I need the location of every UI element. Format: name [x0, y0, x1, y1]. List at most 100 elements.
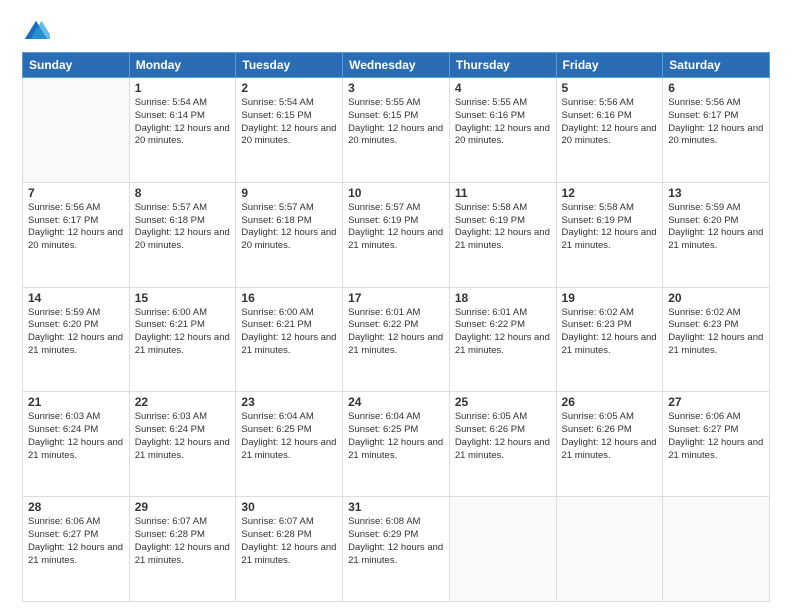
day-info: Sunrise: 6:03 AM Sunset: 6:24 PM Dayligh… [135, 411, 231, 462]
day-cell: 17Sunrise: 6:01 AM Sunset: 6:22 PM Dayli… [343, 287, 450, 392]
day-cell: 7 Sunrise: 5:56 AM Sunset: 6:17 PM Daylig… [23, 182, 130, 287]
day-cell: 25 Sunrise: 6:05 AM Sunset: 6:26 PM Dayli… [449, 392, 556, 497]
week-row-4: 21 Sunrise: 6:03 AM Sunset: 6:24 PM Dayli… [23, 392, 770, 497]
day-info: Sunrise: 5:58 AM Sunset: 6:19 PM Dayligh… [455, 202, 551, 253]
week-row-2: 7 Sunrise: 5:56 AM Sunset: 6:17 PM Daylig… [23, 182, 770, 287]
day-info: Sunrise: 6:04 AM Sunset: 6:25 PM Dayligh… [348, 411, 444, 462]
col-header-monday: Monday [129, 53, 236, 78]
day-info: Sunrise: 5:57 AM Sunset: 6:19 PM Dayligh… [348, 202, 444, 253]
day-cell [663, 497, 770, 602]
day-info: Sunrise: 6:05 AM Sunset: 6:26 PM Dayligh… [562, 411, 658, 462]
day-info: Sunrise: 5:58 AM Sunset: 6:19 PM Dayligh… [562, 202, 658, 253]
day-cell: 19 Sunrise: 6:02 AM Sunset: 6:23 PM Dayli… [556, 287, 663, 392]
day-number: 9 [241, 186, 337, 200]
day-info: Sunrise: 5:55 AM Sunset: 6:15 PM Dayligh… [348, 97, 444, 148]
day-number: 26 [562, 395, 658, 409]
day-info: Sunrise: 6:08 AM Sunset: 6:29 PM Dayligh… [348, 516, 444, 567]
day-cell: 28Sunrise: 6:06 AM Sunset: 6:27 PM Dayli… [23, 497, 130, 602]
day-number: 18 [455, 291, 551, 305]
day-cell: 9 Sunrise: 5:57 AM Sunset: 6:18 PM Daylig… [236, 182, 343, 287]
day-number: 24 [348, 395, 444, 409]
day-cell: 18 Sunrise: 6:01 AM Sunset: 6:22 PM Dayli… [449, 287, 556, 392]
col-header-wednesday: Wednesday [343, 53, 450, 78]
day-number: 7 [28, 186, 124, 200]
day-cell: 12 Sunrise: 5:58 AM Sunset: 6:19 PM Dayli… [556, 182, 663, 287]
day-number: 23 [241, 395, 337, 409]
day-info: Sunrise: 6:02 AM Sunset: 6:23 PM Dayligh… [668, 307, 764, 358]
day-info: Sunrise: 5:59 AM Sunset: 6:20 PM Dayligh… [28, 307, 124, 358]
day-info: Sunrise: 5:56 AM Sunset: 6:17 PM Dayligh… [668, 97, 764, 148]
day-number: 20 [668, 291, 764, 305]
day-info: Sunrise: 6:00 AM Sunset: 6:21 PM Dayligh… [135, 307, 231, 358]
day-number: 8 [135, 186, 231, 200]
day-info: Sunrise: 5:56 AM Sunset: 6:16 PM Dayligh… [562, 97, 658, 148]
day-cell: 11 Sunrise: 5:58 AM Sunset: 6:19 PM Dayli… [449, 182, 556, 287]
day-number: 28 [28, 500, 124, 514]
day-number: 16 [241, 291, 337, 305]
day-cell: 31 Sunrise: 6:08 AM Sunset: 6:29 PM Dayli… [343, 497, 450, 602]
logo-icon [22, 18, 50, 46]
page: SundayMondayTuesdayWednesdayThursdayFrid… [0, 0, 792, 612]
calendar: SundayMondayTuesdayWednesdayThursdayFrid… [22, 52, 770, 602]
day-cell: 13Sunrise: 5:59 AM Sunset: 6:20 PM Dayli… [663, 182, 770, 287]
day-number: 19 [562, 291, 658, 305]
day-number: 11 [455, 186, 551, 200]
day-info: Sunrise: 6:05 AM Sunset: 6:26 PM Dayligh… [455, 411, 551, 462]
week-row-1: 1Sunrise: 5:54 AM Sunset: 6:14 PM Daylig… [23, 78, 770, 183]
day-number: 12 [562, 186, 658, 200]
day-info: Sunrise: 5:54 AM Sunset: 6:14 PM Dayligh… [135, 97, 231, 148]
day-info: Sunrise: 6:02 AM Sunset: 6:23 PM Dayligh… [562, 307, 658, 358]
day-cell [556, 497, 663, 602]
day-number: 31 [348, 500, 444, 514]
header-row: SundayMondayTuesdayWednesdayThursdayFrid… [23, 53, 770, 78]
day-cell: 3 Sunrise: 5:55 AM Sunset: 6:15 PM Daylig… [343, 78, 450, 183]
day-info: Sunrise: 6:01 AM Sunset: 6:22 PM Dayligh… [348, 307, 444, 358]
day-number: 13 [668, 186, 764, 200]
day-info: Sunrise: 5:57 AM Sunset: 6:18 PM Dayligh… [241, 202, 337, 253]
day-cell: 5 Sunrise: 5:56 AM Sunset: 6:16 PM Daylig… [556, 78, 663, 183]
day-cell: 23 Sunrise: 6:04 AM Sunset: 6:25 PM Dayli… [236, 392, 343, 497]
day-number: 14 [28, 291, 124, 305]
day-info: Sunrise: 5:54 AM Sunset: 6:15 PM Dayligh… [241, 97, 337, 148]
day-cell [23, 78, 130, 183]
col-header-thursday: Thursday [449, 53, 556, 78]
day-info: Sunrise: 6:07 AM Sunset: 6:28 PM Dayligh… [135, 516, 231, 567]
day-number: 21 [28, 395, 124, 409]
day-cell: 15 Sunrise: 6:00 AM Sunset: 6:21 PM Dayli… [129, 287, 236, 392]
day-cell: 22 Sunrise: 6:03 AM Sunset: 6:24 PM Dayli… [129, 392, 236, 497]
day-info: Sunrise: 6:03 AM Sunset: 6:24 PM Dayligh… [28, 411, 124, 462]
day-number: 15 [135, 291, 231, 305]
day-info: Sunrise: 5:55 AM Sunset: 6:16 PM Dayligh… [455, 97, 551, 148]
day-number: 5 [562, 81, 658, 95]
day-number: 3 [348, 81, 444, 95]
day-cell: 16 Sunrise: 6:00 AM Sunset: 6:21 PM Dayli… [236, 287, 343, 392]
day-cell: 10 Sunrise: 5:57 AM Sunset: 6:19 PM Dayli… [343, 182, 450, 287]
col-header-tuesday: Tuesday [236, 53, 343, 78]
day-info: Sunrise: 5:56 AM Sunset: 6:17 PM Dayligh… [28, 202, 124, 253]
week-row-3: 14 Sunrise: 5:59 AM Sunset: 6:20 PM Dayli… [23, 287, 770, 392]
header [22, 18, 770, 46]
day-cell: 24 Sunrise: 6:04 AM Sunset: 6:25 PM Dayli… [343, 392, 450, 497]
day-cell: 4 Sunrise: 5:55 AM Sunset: 6:16 PM Daylig… [449, 78, 556, 183]
day-number: 10 [348, 186, 444, 200]
day-info: Sunrise: 6:07 AM Sunset: 6:28 PM Dayligh… [241, 516, 337, 567]
day-number: 4 [455, 81, 551, 95]
day-cell: 30Sunrise: 6:07 AM Sunset: 6:28 PM Dayli… [236, 497, 343, 602]
day-cell: 2Sunrise: 5:54 AM Sunset: 6:15 PM Daylig… [236, 78, 343, 183]
day-cell: 1Sunrise: 5:54 AM Sunset: 6:14 PM Daylig… [129, 78, 236, 183]
col-header-sunday: Sunday [23, 53, 130, 78]
day-cell: 29Sunrise: 6:07 AM Sunset: 6:28 PM Dayli… [129, 497, 236, 602]
day-info: Sunrise: 6:04 AM Sunset: 6:25 PM Dayligh… [241, 411, 337, 462]
day-number: 22 [135, 395, 231, 409]
logo [22, 18, 54, 46]
day-info: Sunrise: 6:06 AM Sunset: 6:27 PM Dayligh… [668, 411, 764, 462]
day-cell: 6Sunrise: 5:56 AM Sunset: 6:17 PM Daylig… [663, 78, 770, 183]
day-info: Sunrise: 6:00 AM Sunset: 6:21 PM Dayligh… [241, 307, 337, 358]
col-header-saturday: Saturday [663, 53, 770, 78]
day-info: Sunrise: 5:57 AM Sunset: 6:18 PM Dayligh… [135, 202, 231, 253]
day-cell: 27Sunrise: 6:06 AM Sunset: 6:27 PM Dayli… [663, 392, 770, 497]
day-info: Sunrise: 6:01 AM Sunset: 6:22 PM Dayligh… [455, 307, 551, 358]
week-row-5: 28Sunrise: 6:06 AM Sunset: 6:27 PM Dayli… [23, 497, 770, 602]
day-cell: 8 Sunrise: 5:57 AM Sunset: 6:18 PM Daylig… [129, 182, 236, 287]
day-number: 25 [455, 395, 551, 409]
